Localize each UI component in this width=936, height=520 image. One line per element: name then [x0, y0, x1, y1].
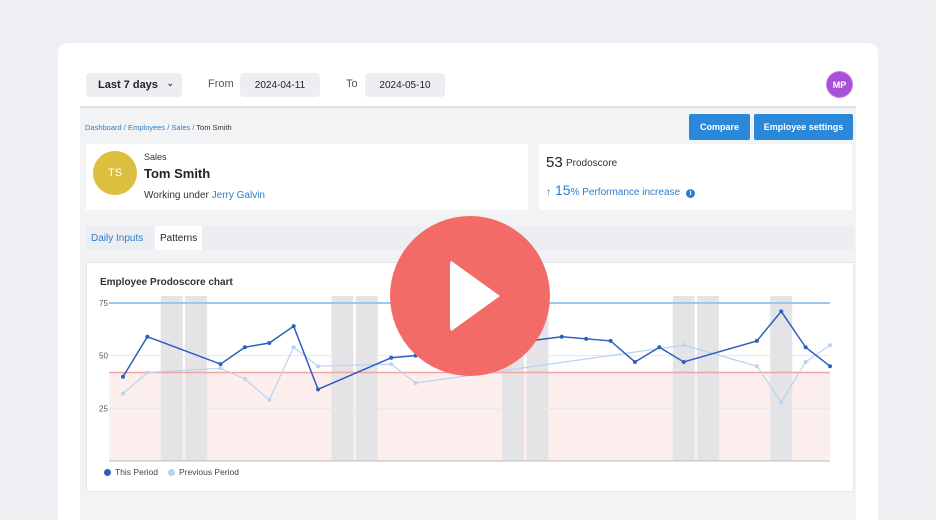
employee-manager-line: Working under Jerry Galvin [144, 190, 265, 201]
this-period-point [803, 345, 808, 350]
this-period-point [608, 338, 613, 343]
employee-name: Tom Smith [144, 166, 211, 181]
y-tick-label: 50 [99, 352, 108, 361]
user-avatar[interactable]: MP [826, 71, 853, 98]
date-range-select[interactable]: Last 7 days ⌄ [86, 73, 182, 97]
this-period-point [754, 338, 759, 343]
employee-settings-button[interactable]: Employee settings [754, 114, 853, 140]
legend-previous-period: Previous Period [168, 467, 239, 477]
employee-department: Sales [144, 152, 167, 162]
previous-period-dot-icon [168, 468, 175, 476]
weekend-band [160, 296, 183, 461]
breadcrumb-current: Tom Smith [196, 123, 232, 132]
from-label: From [208, 78, 234, 90]
legend-this-period: This Period [104, 467, 158, 477]
info-icon[interactable]: i [686, 189, 696, 198]
arrow-up-icon: ↑ [546, 187, 551, 198]
this-period-point [657, 345, 662, 350]
breadcrumb-sales[interactable]: Sales [171, 123, 190, 132]
play-icon [450, 260, 500, 332]
prodoscore-value: 53 [546, 154, 563, 171]
previous-period-point [754, 364, 759, 369]
previous-period-point [803, 359, 808, 364]
this-period-point [291, 324, 296, 329]
compare-button[interactable]: Compare [689, 114, 750, 140]
legend-previous-period-label: Previous Period [179, 467, 240, 477]
previous-period-point [267, 397, 272, 402]
video-play-button[interactable] [390, 216, 550, 376]
from-date-input[interactable]: 2024-04-11 [240, 73, 320, 97]
previous-period-point [316, 364, 321, 369]
previous-period-point [291, 345, 296, 350]
weekend-band [697, 296, 720, 461]
previous-period-point [121, 391, 125, 396]
weekend-band [355, 296, 378, 461]
tab-daily-inputs[interactable]: Daily Inputs [86, 226, 148, 250]
breadcrumb-separator: / [167, 123, 170, 132]
previous-period-point [779, 400, 784, 405]
breadcrumb-employees[interactable]: Employees [128, 123, 165, 132]
this-period-dot-icon [104, 468, 111, 476]
to-label: To [346, 78, 358, 90]
this-period-point [681, 359, 686, 364]
breadcrumb-separator: / [123, 123, 126, 132]
performance-increase-value: 15 [555, 182, 571, 198]
breadcrumb-dashboard[interactable]: Dashboard [85, 123, 122, 132]
this-period-point [121, 374, 125, 379]
low-score-band [109, 372, 830, 461]
this-period-point [779, 309, 784, 314]
prodoscore-card: 53 Prodoscore ↑ 15% Performance increase… [539, 144, 852, 210]
performance-increase-label: % Performance increase [570, 187, 681, 198]
previous-period-point [413, 381, 418, 386]
breadcrumb-separator: / [192, 123, 195, 132]
employee-avatar: TS [93, 151, 137, 195]
this-period-point [389, 355, 394, 360]
filter-toolbar: Last 7 days ⌄ From 2024-04-11 To 2024-05… [80, 60, 856, 108]
weekend-band [672, 296, 695, 461]
weekend-band [185, 296, 208, 461]
this-period-point [242, 345, 247, 350]
breadcrumb: Dashboard / Employees / Sales / Tom Smit… [85, 123, 232, 132]
previous-period-point [242, 376, 247, 381]
previous-period-point [681, 343, 686, 348]
performance-increase: ↑ 15% Performance increase i [546, 182, 696, 198]
y-tick-label: 75 [99, 299, 108, 308]
working-under-label: Working under [144, 190, 209, 201]
y-tick-label: 25 [99, 404, 108, 413]
to-date-input[interactable]: 2024-05-10 [365, 73, 445, 97]
employee-card: TS Sales Tom Smith Working under Jerry G… [86, 144, 528, 210]
this-period-point [632, 359, 637, 364]
this-period-point [218, 362, 223, 367]
chevron-down-icon: ⌄ [166, 78, 174, 88]
this-period-point [316, 387, 321, 392]
previous-period-point [389, 362, 394, 367]
chart-legend: This Period Previous Period [104, 467, 239, 477]
previous-period-point [218, 366, 223, 371]
this-period-point [584, 336, 589, 341]
this-period-point [828, 364, 832, 369]
legend-this-period-label: This Period [115, 467, 158, 477]
prodoscore-label: Prodoscore [566, 158, 618, 169]
this-period-point [559, 334, 564, 339]
previous-period-point [828, 343, 832, 348]
manager-link[interactable]: Jerry Galvin [212, 190, 265, 201]
previous-period-point [145, 370, 150, 375]
date-range-label: Last 7 days [98, 79, 158, 91]
tab-patterns[interactable]: Patterns [155, 226, 203, 250]
this-period-point [267, 341, 272, 346]
this-period-point [145, 334, 150, 339]
